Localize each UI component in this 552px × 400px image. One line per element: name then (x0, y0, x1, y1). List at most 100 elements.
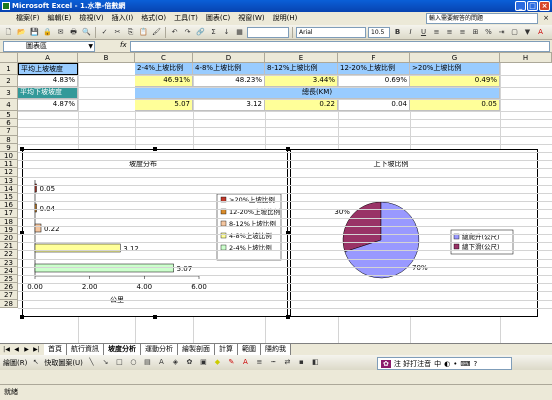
row-header[interactable]: 16 (0, 201, 18, 210)
row-header[interactable]: 20 (0, 234, 18, 243)
cell-c4[interactable]: 5.07 (135, 99, 193, 111)
new-icon[interactable]: 🗋 (3, 27, 14, 38)
cell-a4[interactable]: 4.87% (18, 99, 78, 111)
line-style-icon[interactable]: ≡ (254, 357, 265, 368)
cell-g4[interactable]: 0.05 (410, 99, 500, 111)
open-icon[interactable]: 📂 (16, 27, 27, 38)
undo-icon[interactable]: ↶ (169, 27, 180, 38)
menu-edit[interactable]: 編輯(E) (44, 12, 76, 25)
row-header[interactable]: 10 (0, 152, 18, 161)
last-sheet-icon[interactable]: ▶| (32, 346, 41, 353)
row-header[interactable]: 8 (0, 135, 18, 144)
chevron-down-icon[interactable]: ▼ (88, 42, 93, 51)
line-icon[interactable]: ╲ (86, 357, 97, 368)
row-header[interactable]: 27 (0, 291, 18, 300)
row-header[interactable]: 18 (0, 217, 18, 226)
preview-icon[interactable]: 🔍 (81, 27, 92, 38)
menu-format[interactable]: 格式(O) (137, 12, 170, 25)
menu-window[interactable]: 視窗(W) (234, 12, 268, 25)
autosum-icon[interactable]: Σ (208, 27, 219, 38)
chart-wizard-icon[interactable]: ▦ (234, 27, 245, 38)
ime-halfwidth-icon[interactable]: ◐ (444, 360, 450, 368)
select-pointer-icon[interactable]: ↖ (30, 357, 41, 368)
row-header[interactable]: 28 (0, 299, 18, 308)
row-header[interactable]: 1 (0, 63, 18, 75)
menu-insert[interactable]: 插入(I) (108, 12, 138, 25)
name-box[interactable]: 圖表區 ▼ (3, 41, 95, 52)
row-header[interactable]: 3 (0, 87, 18, 99)
first-sheet-icon[interactable]: |◀ (2, 346, 11, 353)
cell-e4[interactable]: 0.22 (265, 99, 338, 111)
column-header-h[interactable]: H (500, 53, 552, 63)
bar-1[interactable] (34, 203, 37, 213)
borders-icon[interactable]: ▢ (509, 27, 520, 38)
cell-g2[interactable]: 0.49% (410, 75, 500, 87)
ime-lang[interactable]: 中 (434, 359, 441, 369)
menu-tools[interactable]: 工具(T) (170, 12, 202, 25)
indent-icon[interactable]: ⇥ (496, 27, 507, 38)
chart-resize-handle[interactable] (153, 147, 157, 151)
cell-e3[interactable]: 總長(KM) (135, 87, 500, 99)
fill-color-icon[interactable]: ◆ (212, 357, 223, 368)
row-header[interactable]: 9 (0, 143, 18, 152)
row-header[interactable]: 13 (0, 176, 18, 185)
percent-icon[interactable]: % (483, 27, 494, 38)
column-header-c[interactable]: C (135, 53, 193, 63)
copy-icon[interactable]: ⎘ (125, 27, 136, 38)
ime-mode[interactable]: 注 好打注音 (394, 359, 431, 369)
cell-d4[interactable]: 3.12 (193, 99, 265, 111)
row-header[interactable]: 26 (0, 283, 18, 292)
cell-d1[interactable]: 4-8%上坡比例 (193, 63, 265, 75)
row-header[interactable]: 17 (0, 209, 18, 218)
sort-asc-icon[interactable]: ↓ (221, 27, 232, 38)
rectangle-icon[interactable]: □ (114, 357, 125, 368)
column-header-g[interactable]: G (410, 53, 500, 63)
cell-c1[interactable]: 2-4%上坡比例 (135, 63, 193, 75)
sheet-tab[interactable]: 繪製剖面 (178, 344, 215, 355)
select-all-corner[interactable] (0, 53, 18, 63)
align-left-icon[interactable]: ≡ (431, 27, 442, 38)
fx-icon[interactable]: fx (120, 41, 127, 49)
arrow-style-icon[interactable]: ⇄ (282, 357, 293, 368)
bold-button[interactable]: B (392, 27, 403, 38)
cell-f4[interactable]: 0.04 (338, 99, 410, 111)
menu-view[interactable]: 檢視(V) (75, 12, 107, 25)
oval-icon[interactable]: ○ (128, 357, 139, 368)
italic-button[interactable]: I (405, 27, 416, 38)
close-button[interactable]: × (539, 1, 550, 11)
row-header[interactable]: 22 (0, 250, 18, 259)
row-header[interactable]: 23 (0, 258, 18, 267)
menu-file[interactable]: 檔案(F) (12, 12, 44, 25)
cell-d2[interactable]: 48.23% (193, 75, 265, 87)
excel-app-icon[interactable] (2, 2, 10, 10)
row-header[interactable]: 25 (0, 275, 18, 284)
row-header[interactable]: 14 (0, 184, 18, 193)
arrow-icon[interactable]: ↘ (100, 357, 111, 368)
ime-punct-icon[interactable]: • (453, 360, 457, 368)
clipart-icon[interactable]: ✿ (184, 357, 195, 368)
row-header[interactable]: 4 (0, 99, 18, 111)
zoom-select[interactable] (247, 26, 289, 38)
close-workbook-icon[interactable]: × (543, 14, 549, 22)
dash-style-icon[interactable]: ┅ (268, 357, 279, 368)
row-header[interactable]: 11 (0, 160, 18, 169)
font-select[interactable]: Arial (296, 26, 366, 38)
line-color-icon[interactable]: ✎ (226, 357, 237, 368)
row-header[interactable]: 12 (0, 168, 18, 177)
maximize-button[interactable]: □ (527, 1, 538, 11)
hyperlink-icon[interactable]: 🔗 (195, 27, 206, 38)
picture-icon[interactable]: ▣ (198, 357, 209, 368)
sheet-tab[interactable]: 運動分析 (141, 344, 178, 355)
permission-icon[interactable]: 🔒 (42, 27, 53, 38)
font-size-select[interactable]: 10.5 (368, 26, 390, 38)
cut-icon[interactable]: ✂ (112, 27, 123, 38)
ime-toolbar[interactable]: ✿ 注 好打注音 中 ◐ • ⌨ ? (377, 357, 512, 370)
font-color-icon[interactable]: A (535, 27, 546, 38)
row-header[interactable]: 2 (0, 75, 18, 87)
font-color-icon[interactable]: A (240, 357, 251, 368)
column-header-e[interactable]: E (265, 53, 338, 63)
sheet-tab[interactable]: 航行資訊 (67, 344, 104, 355)
wordart-icon[interactable]: A (156, 357, 167, 368)
chart-resize-handle[interactable] (153, 315, 157, 319)
cell-c2[interactable]: 46.91% (135, 75, 193, 87)
